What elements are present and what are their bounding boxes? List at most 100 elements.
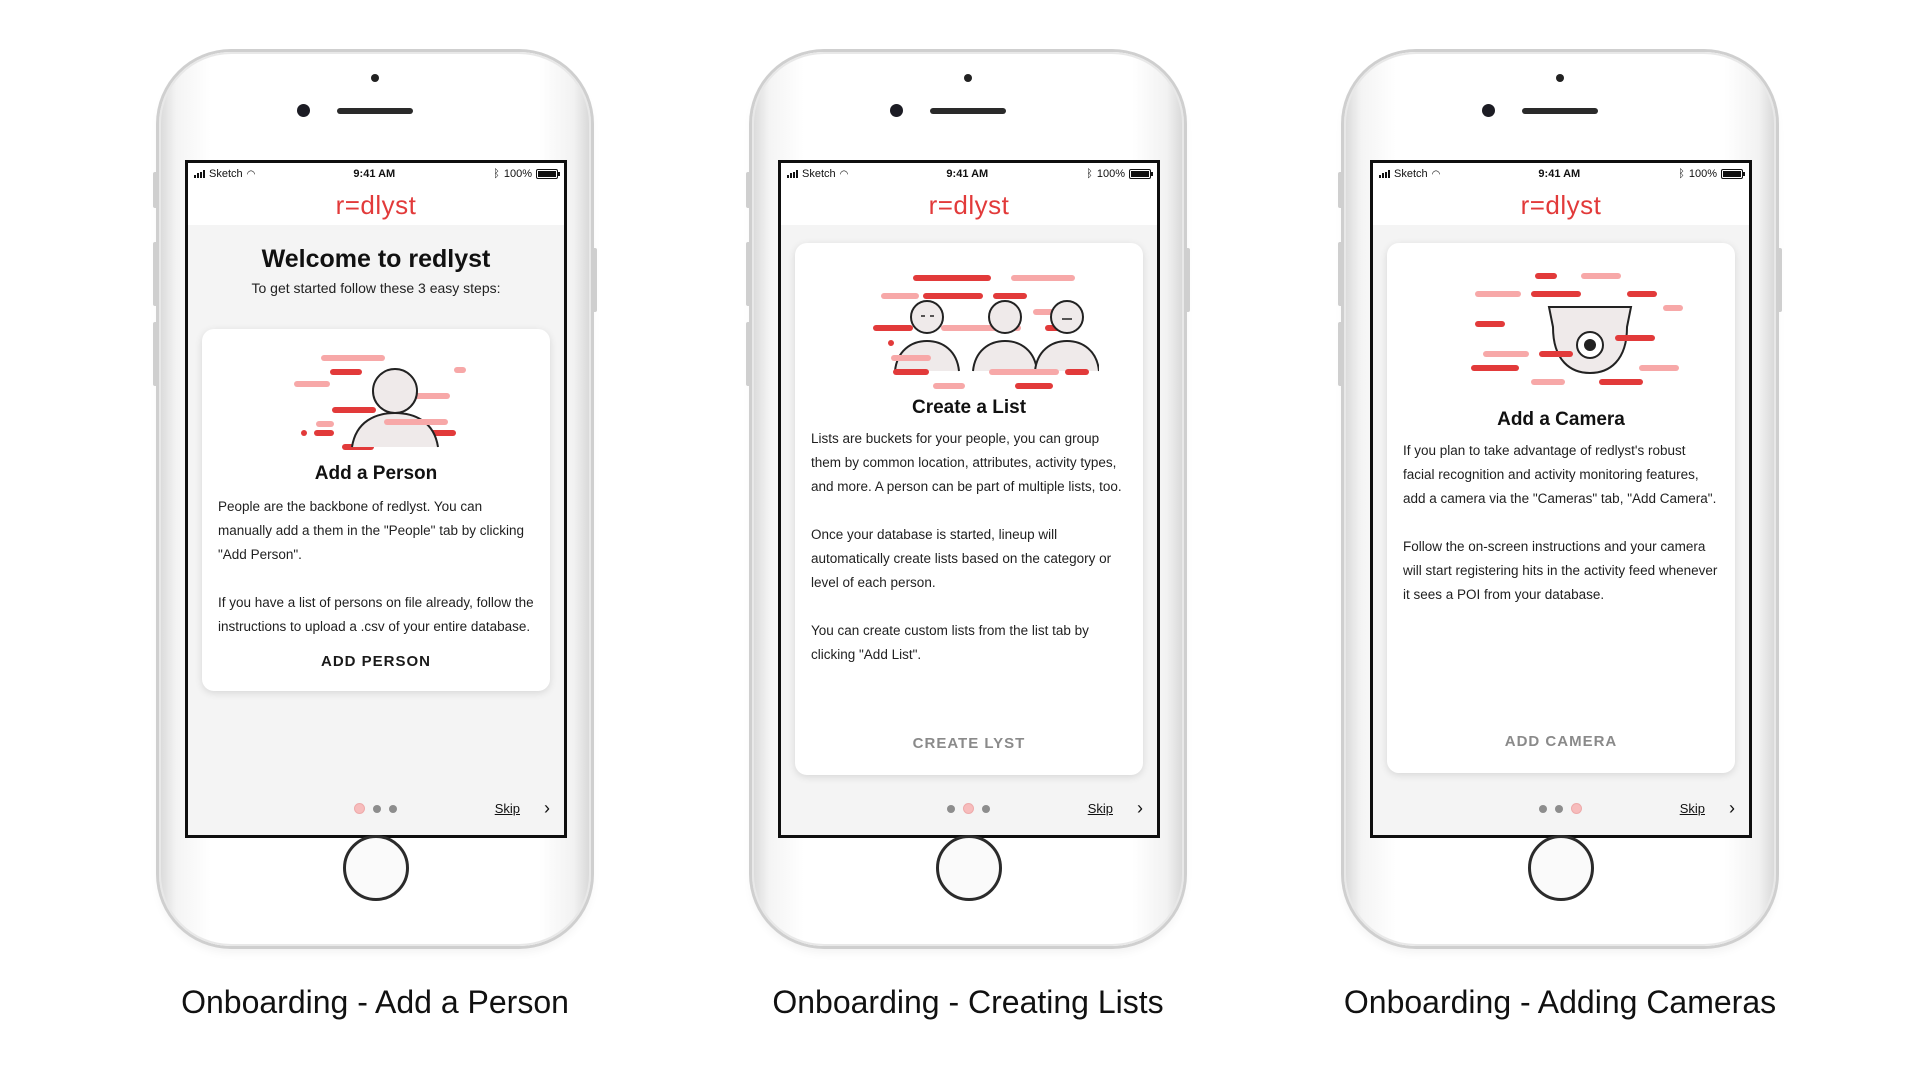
status-bar: Sketch ◠ 9:41 AM ᛒ 100% (781, 163, 1157, 185)
caption-add-person: Onboarding - Add a Person (181, 984, 569, 1020)
power-button (592, 248, 597, 312)
person-illustration-icon (294, 355, 466, 450)
page-dot-1[interactable] (1539, 804, 1547, 813)
signal-bars-icon (787, 170, 798, 178)
add-person-button[interactable]: ADD PERSON (202, 653, 550, 670)
page-indicator (1539, 803, 1582, 814)
carrier-name: Sketch (1394, 168, 1428, 180)
volume-up-button (746, 242, 751, 306)
welcome-title: Welcome to redlyst (261, 245, 491, 273)
status-bar: Sketch ◠ 9:41 AM ᛒ 100% (1373, 163, 1749, 185)
card-body: If you plan to take advantage of redlyst… (1387, 439, 1735, 607)
status-bar: Sketch ◠ 9:41 AM ᛒ 100% (188, 163, 564, 185)
brand-logo: r=dlyst (781, 185, 1157, 225)
battery-icon (536, 169, 560, 179)
security-camera-illustration-icon (1471, 273, 1683, 385)
battery-percent: 100% (503, 168, 532, 180)
mute-switch (746, 172, 751, 208)
front-camera (297, 104, 310, 117)
page-dot-2[interactable] (1555, 804, 1563, 813)
signal-bars-icon (1379, 170, 1390, 178)
card-paragraph: If you have a list of persons on file al… (218, 595, 534, 634)
brand-logo: r=dlyst (1373, 185, 1749, 225)
battery-icon (1721, 169, 1745, 179)
battery-percent: 100% (1096, 168, 1125, 180)
card-title: Add a Camera (1497, 409, 1625, 430)
create-lyst-button[interactable]: CREATE LYST (795, 735, 1143, 752)
phone-add-person: Sketch ◠ 9:41 AM ᛒ 100% r=dlyst Welcome … (153, 52, 597, 946)
carrier-name: Sketch (802, 168, 836, 180)
group-people-illustration-icon (873, 275, 1099, 389)
proximity-sensor (1556, 74, 1564, 82)
skip-link[interactable]: Skip (495, 801, 520, 816)
page-dot-1[interactable] (947, 804, 955, 813)
battery-icon (1129, 169, 1153, 179)
screen: Sketch ◠ 9:41 AM ᛒ 100% r=dlyst (778, 160, 1160, 838)
bluetooth-icon: ᛒ (1678, 168, 1685, 180)
status-time: 9:41 AM (353, 168, 396, 180)
chevron-right-icon[interactable]: › (1729, 798, 1735, 819)
page-dot-2[interactable] (373, 804, 381, 813)
proximity-sensor (964, 74, 972, 82)
page-dot-3[interactable] (1571, 803, 1582, 814)
volume-up-button (153, 242, 158, 306)
welcome-subtitle: To get started follow these 3 easy steps… (251, 280, 501, 296)
earpiece-speaker (1522, 108, 1598, 114)
proximity-sensor (371, 74, 379, 82)
volume-down-button (746, 322, 751, 386)
card-body: Lists are buckets for your people, you c… (795, 427, 1143, 667)
onboarding-card: Add a Camera If you plan to take advanta… (1387, 243, 1735, 773)
add-camera-button[interactable]: ADD CAMERA (1387, 733, 1735, 750)
bluetooth-icon: ᛒ (493, 168, 500, 180)
phone-add-camera: Sketch ◠ 9:41 AM ᛒ 100% r=dlyst Add a Ca… (1338, 52, 1782, 946)
skip-link[interactable]: Skip (1680, 801, 1705, 816)
chevron-right-icon[interactable]: › (1137, 798, 1143, 819)
signal-bars-icon (194, 170, 205, 178)
page-dot-3[interactable] (982, 804, 990, 813)
onboarding-showcase: Sketch ◠ 9:41 AM ᛒ 100% r=dlyst Welcome … (0, 0, 1920, 1080)
pager: Skip › (1373, 798, 1749, 819)
onboarding-card: Add a Person People are the backbone of … (202, 329, 550, 691)
card-paragraph: Lists are buckets for your people, you c… (811, 431, 1122, 494)
carrier-name: Sketch (209, 168, 243, 180)
brand-logo: r=dlyst (188, 185, 564, 225)
earpiece-speaker (337, 108, 413, 114)
home-button[interactable] (1528, 835, 1594, 901)
page-dot-3[interactable] (389, 804, 397, 813)
screen: Sketch ◠ 9:41 AM ᛒ 100% r=dlyst (1370, 160, 1752, 838)
wifi-icon: ◠ (246, 168, 256, 180)
welcome-header: Welcome to redlyst To get started follow… (188, 245, 564, 296)
skip-link[interactable]: Skip (1088, 801, 1113, 816)
status-time: 9:41 AM (946, 168, 989, 180)
mute-switch (1338, 172, 1343, 208)
phone-create-list: Sketch ◠ 9:41 AM ᛒ 100% r=dlyst Create a… (746, 52, 1190, 946)
wifi-icon: ◠ (1431, 168, 1441, 180)
page-indicator (947, 803, 990, 814)
bluetooth-icon: ᛒ (1086, 168, 1093, 180)
screen: Sketch ◠ 9:41 AM ᛒ 100% r=dlyst Welcome … (185, 160, 567, 838)
caption-adding-cameras: Onboarding - Adding Cameras (1343, 984, 1777, 1020)
volume-down-button (1338, 322, 1343, 386)
onboarding-card: Create a List Lists are buckets for your… (795, 243, 1143, 775)
card-paragraph: Follow the on-screen instructions and yo… (1403, 539, 1718, 602)
status-time: 9:41 AM (1538, 168, 1581, 180)
card-paragraph: People are the backbone of redlyst. You … (218, 499, 525, 562)
caption-creating-lists: Onboarding - Creating Lists (772, 984, 1164, 1020)
volume-up-button (1338, 242, 1343, 306)
battery-percent: 100% (1688, 168, 1717, 180)
card-title: Create a List (911, 397, 1027, 418)
page-dot-2[interactable] (963, 803, 974, 814)
card-paragraph: You can create custom lists from the lis… (811, 623, 1089, 662)
power-button (1777, 248, 1782, 312)
chevron-right-icon[interactable]: › (544, 798, 550, 819)
mute-switch (153, 172, 158, 208)
pager: Skip › (781, 798, 1157, 819)
wifi-icon: ◠ (839, 168, 849, 180)
home-button[interactable] (343, 835, 409, 901)
home-button[interactable] (936, 835, 1002, 901)
card-title: Add a Person (314, 463, 438, 484)
page-dot-1[interactable] (354, 803, 365, 814)
card-paragraph: Once your database is started, lineup wi… (811, 527, 1112, 590)
front-camera (1482, 104, 1495, 117)
front-camera (890, 104, 903, 117)
